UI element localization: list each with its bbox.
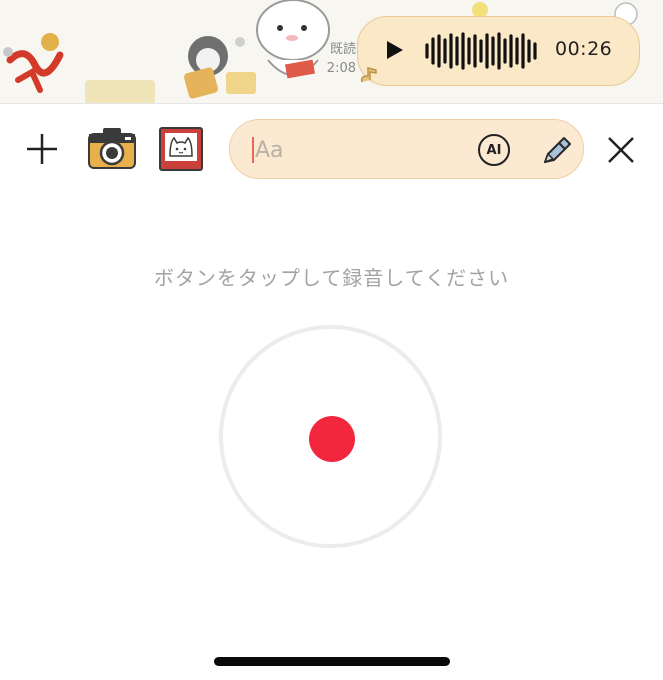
music-note-icon [360,67,377,83]
voice-duration: 00:26 [555,38,613,60]
message-input[interactable] [255,132,455,168]
read-receipt: 既読 2:08 [300,40,356,78]
plus-icon[interactable] [24,131,60,167]
message-input-box[interactable]: AI [229,119,584,179]
record-instruction: ボタンをタップして録音してください [153,266,510,290]
play-icon[interactable] [382,38,406,62]
waveform [425,32,537,70]
chat-history-area[interactable]: 既読 2:08 00:26 [0,0,663,104]
camera-icon[interactable] [87,126,137,170]
input-toolbar: AI [0,104,663,194]
text-caret [252,137,254,163]
ai-button[interactable]: AI [478,134,510,166]
read-label: 既読 [329,42,356,57]
record-dot-icon[interactable] [309,416,355,462]
home-indicator[interactable] [214,657,450,666]
close-icon[interactable] [606,135,636,165]
sticker-decoration [85,80,155,103]
voice-recorder-screen: 既読 2:08 00:26 Aa AI ボタンをタップして録音してください [0,0,663,680]
pen-icon[interactable] [539,132,575,168]
photo-icon[interactable] [158,126,204,172]
ai-label: AI [486,142,502,158]
message-time: 2:08 [326,61,356,76]
sticker-decoration [3,33,64,93]
